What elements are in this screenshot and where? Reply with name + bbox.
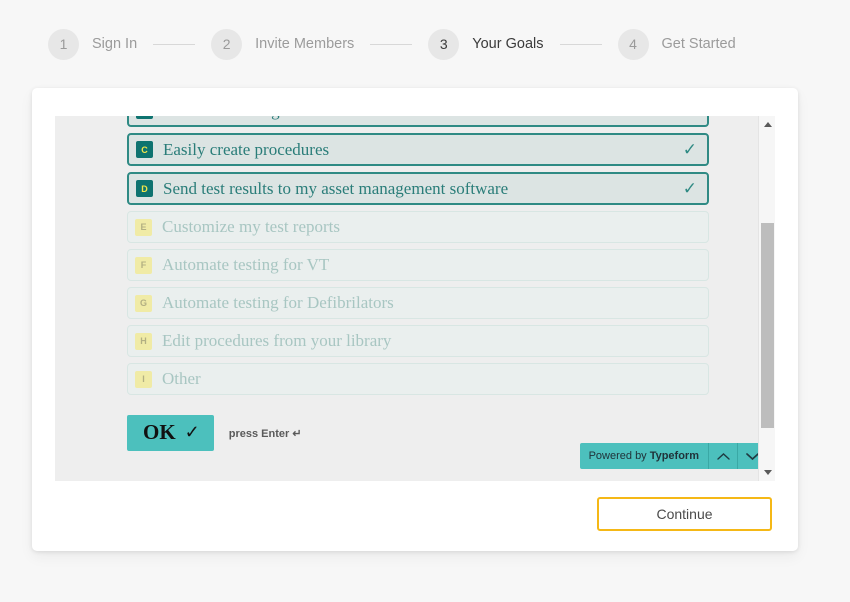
stepper-step-1[interactable]: 1 Sign In [48,28,138,60]
press-enter-hint: press Enter ↵ [228,427,302,440]
choice-key-badge: D [136,180,153,197]
choice-option-d[interactable]: D Send test results to my asset manageme… [127,172,709,205]
ok-button-label: OK [143,420,176,444]
choice-option-c[interactable]: C Easily create procedures ✓ [127,133,709,166]
scroll-up-arrow-icon[interactable] [759,116,775,133]
choice-key-badge: I [135,370,152,388]
step-label-4: Get Started [661,36,736,52]
step-label-1: Sign In [92,36,138,52]
choice-option-g[interactable]: G Automate testing for Defibrilators [127,287,709,319]
choice-label: Other [162,369,201,388]
stepper-step-4[interactable]: 4 Get Started [617,28,736,60]
powered-by-typeform[interactable]: Powered by Typeform [579,443,766,469]
choice-label: Edit procedures from your library [162,331,392,350]
choice-key-badge: H [135,332,152,350]
choice-label: Automate testing for ESA [163,116,683,121]
card-footer: Continue [32,497,798,531]
ok-button[interactable]: OK ✓ [127,415,214,451]
scroll-down-arrow-icon[interactable] [759,464,775,481]
step-number-1: 1 [48,28,79,60]
check-icon: ✓ [682,179,697,198]
brand-prefix: Powered by [588,450,647,462]
choice-key-badge: C [136,141,153,158]
typeform-prev-button[interactable] [708,443,737,469]
ok-check-icon: ✓ [184,422,200,442]
onboarding-card: B Automate testing for ESA ✓ C Easily cr… [32,88,798,551]
step-label-3: Your Goals [472,36,544,52]
choice-key-badge: G [135,294,152,312]
choice-option-i[interactable]: I Other [127,363,709,395]
onboarding-stepper: 1 Sign In 2 Invite Members 3 Your Goals … [0,0,850,88]
choice-option-b[interactable]: B Automate testing for ESA ✓ [127,116,709,127]
choice-label: Automate testing for Defibrilators [162,293,394,312]
choice-option-h[interactable]: H Edit procedures from your library [127,325,709,357]
scrollbar-thumb[interactable] [761,223,774,428]
check-icon: ✓ [682,140,697,159]
continue-button[interactable]: Continue [597,497,772,531]
typeform-viewport: B Automate testing for ESA ✓ C Easily cr… [55,116,758,481]
step-number-2: 2 [211,28,243,60]
chevron-up-icon [716,452,730,461]
stepper-step-3[interactable]: 3 Your Goals [428,28,544,60]
step-number-4: 4 [617,28,649,60]
choice-label: Easily create procedures [163,139,330,159]
step-label-2: Invite Members [255,36,355,52]
choice-label: Customize my test reports [162,217,341,236]
step-connector-1 [153,43,196,45]
typeform-embed-panel: B Automate testing for ESA ✓ C Easily cr… [55,116,775,481]
chevron-down-icon [745,452,759,461]
check-icon: ✓ [683,116,697,119]
step-number-3: 3 [428,28,460,60]
choice-option-e[interactable]: E Customize my test reports [127,211,709,243]
choice-key-badge: E [135,218,152,236]
choice-option-f[interactable]: F Automate testing for VT [127,249,709,281]
typeform-scrollbar[interactable] [758,116,775,481]
brand-name: Typeform [649,450,699,462]
stepper-step-2[interactable]: 2 Invite Members [211,28,355,60]
choice-label: Automate testing for VT [162,255,330,274]
step-connector-3 [559,43,602,45]
choice-label: Send test results to my asset management… [163,178,509,198]
typeform-brand-label: Powered by Typeform [580,443,708,469]
step-connector-2 [370,43,413,45]
choice-key-badge: B [136,116,153,119]
goal-choice-list: B Automate testing for ESA ✓ C Easily cr… [55,116,758,395]
choice-key-badge: F [135,256,152,274]
